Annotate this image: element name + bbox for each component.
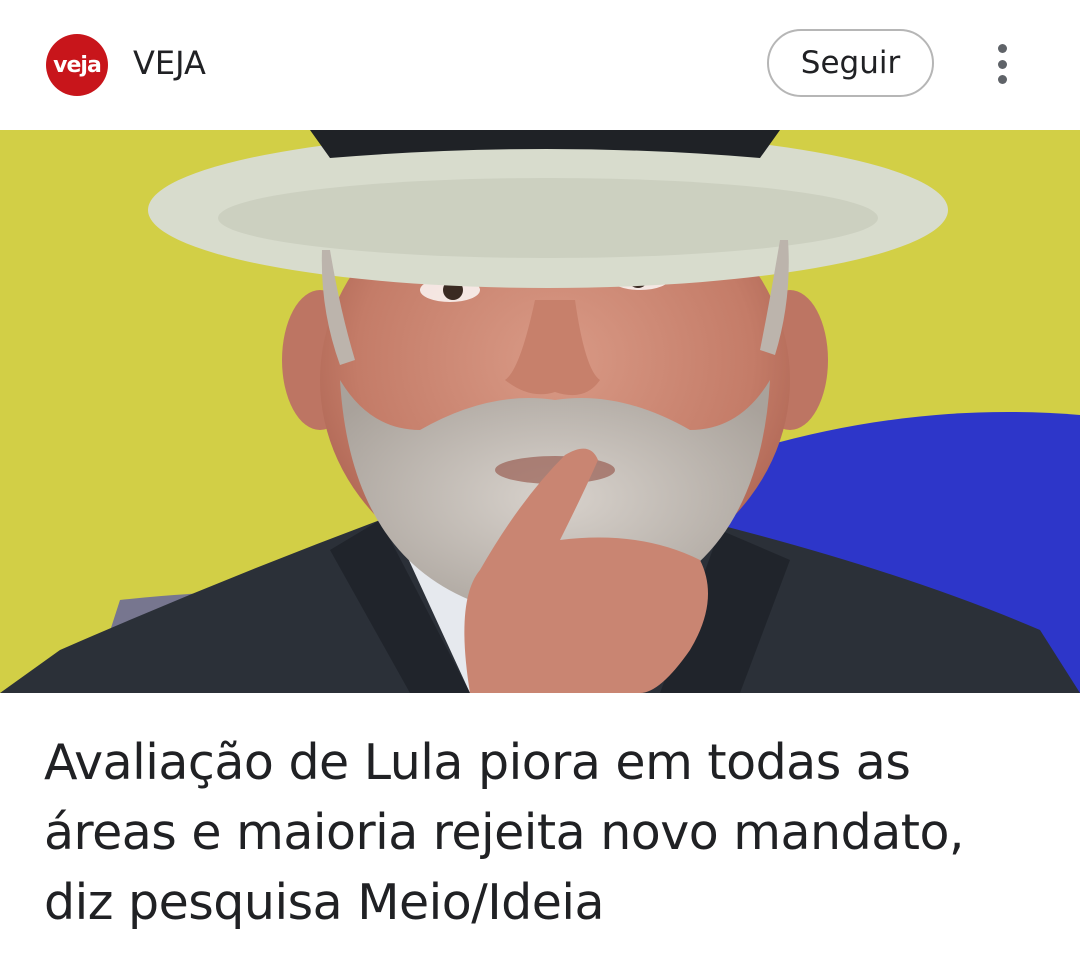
follow-button-label: Seguir	[800, 45, 901, 81]
article-headline[interactable]: Avaliação de Lula piora em todas as área…	[44, 728, 1044, 938]
more-dot	[997, 44, 1007, 53]
more-vert-icon[interactable]	[982, 40, 1022, 88]
article-hero-image[interactable]	[0, 130, 1080, 693]
publisher-name[interactable]: VEJA	[133, 44, 206, 82]
more-dot	[997, 75, 1007, 84]
publisher-logo-text: veja	[53, 52, 102, 78]
hero-photo	[0, 130, 1080, 693]
publisher-logo[interactable]: veja	[46, 34, 108, 96]
feed-card-header: veja VEJA Seguir	[0, 0, 1080, 130]
more-dot	[997, 59, 1007, 69]
follow-button[interactable]: Seguir	[767, 29, 934, 97]
